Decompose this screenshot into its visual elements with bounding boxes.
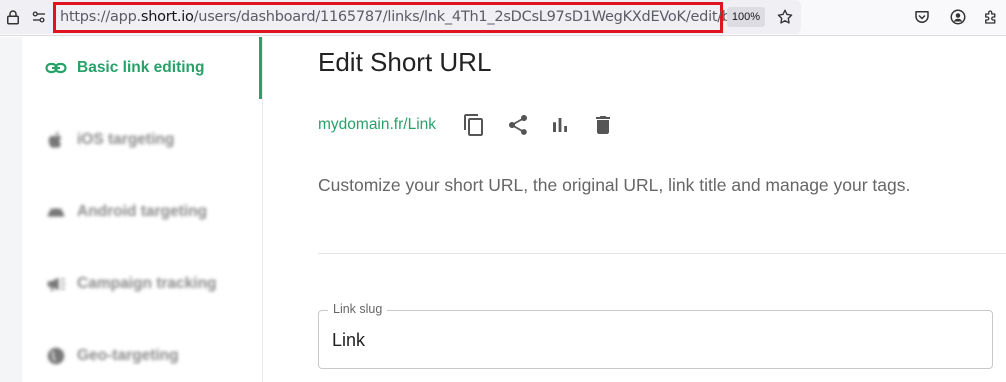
section-divider	[318, 253, 1006, 254]
sidebar-item-label: iOS targeting	[77, 131, 175, 148]
url-domain: short.io	[140, 9, 194, 25]
sidebar-item-android-targeting[interactable]: Android targeting	[22, 181, 262, 243]
share-icon[interactable]	[504, 111, 532, 139]
tracking-protection-icon[interactable]	[29, 7, 49, 27]
sidebar-item-label: Basic link editing	[77, 59, 205, 76]
link-slug-label: Link slug	[328, 302, 388, 316]
url-text[interactable]: https://app.short.io/users/dashboard/116…	[60, 9, 759, 25]
sidebar: Basic link editing iOS targeting Android…	[22, 37, 263, 382]
url-path: /users/dashboard/1165787/links/lnk_4Th1_…	[193, 9, 759, 25]
lock-icon[interactable]	[3, 7, 23, 27]
apple-icon	[44, 128, 68, 152]
sidebar-item-ios-targeting[interactable]: iOS targeting	[22, 109, 262, 171]
short-link[interactable]: mydomain.fr/Link	[318, 116, 436, 134]
page-description: Customize your short URL, the original U…	[318, 175, 911, 195]
sidebar-item-geo-targeting[interactable]: Geo-targeting	[22, 325, 262, 382]
sidebar-item-label: Geo-targeting	[77, 347, 179, 364]
link-slug-field: Link slug	[318, 302, 993, 369]
page-gutter	[0, 37, 22, 382]
copy-icon[interactable]	[460, 111, 488, 139]
stats-icon[interactable]	[546, 111, 574, 139]
android-icon	[44, 200, 68, 224]
delete-icon[interactable]	[589, 111, 617, 139]
megaphone-icon	[44, 272, 68, 296]
sidebar-item-label: Campaign tracking	[77, 275, 217, 292]
zoom-level-badge[interactable]: 100%	[727, 7, 765, 27]
browser-toolbar: https://app.short.io/users/dashboard/116…	[0, 0, 1006, 36]
globe-icon	[44, 344, 68, 368]
main-content: Edit Short URL mydomain.fr/Link Customiz…	[264, 37, 1006, 382]
page-title: Edit Short URL	[318, 47, 492, 77]
extensions-icon[interactable]	[981, 7, 1001, 27]
sidebar-item-campaign-tracking[interactable]: Campaign tracking	[22, 253, 262, 315]
account-icon[interactable]	[948, 7, 968, 27]
bookmark-star-icon[interactable]	[775, 7, 795, 27]
address-bar[interactable]: https://app.short.io/users/dashboard/116…	[0, 0, 801, 34]
sidebar-item-label: Android targeting	[77, 203, 208, 220]
url-prefix: https://app.	[60, 9, 141, 25]
link-icon	[44, 56, 68, 80]
sidebar-item-basic-link-editing[interactable]: Basic link editing	[22, 37, 262, 99]
link-slug-input[interactable]	[332, 330, 972, 351]
pocket-icon[interactable]	[912, 7, 932, 27]
